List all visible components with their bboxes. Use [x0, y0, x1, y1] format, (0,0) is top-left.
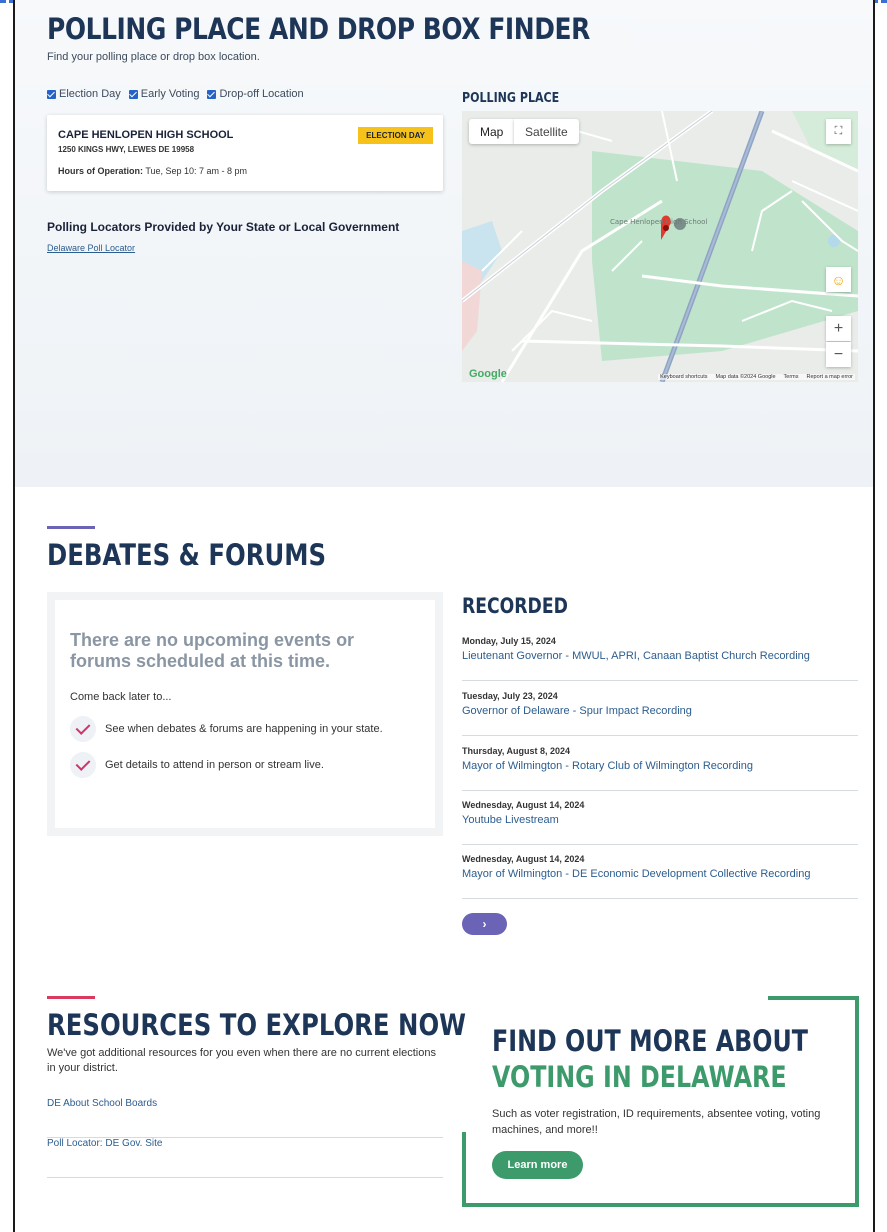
page-frame: POLLING PLACE AND DROP BOX FINDER Find y…: [13, 0, 875, 1232]
polling-section: POLLING PLACE AND DROP BOX FINDER Find y…: [15, 0, 873, 487]
polling-map[interactable]: Cape Henlopen High School Map Satellite …: [462, 111, 858, 382]
terms-link[interactable]: Terms: [784, 374, 799, 380]
map-label: POLLING PLACE: [462, 91, 560, 106]
recorded-link[interactable]: Governor of Delaware - Spur Impact Recor…: [462, 705, 692, 717]
card-border: [462, 1132, 466, 1207]
location-name: CAPE HENLOPEN HIGH SCHOOL: [58, 129, 234, 141]
election-day-badge: ELECTION DAY: [358, 127, 433, 144]
map-canvas[interactable]: Cape Henlopen High School: [462, 111, 858, 382]
upcoming-events-box: There are no upcoming events or forums s…: [47, 592, 443, 836]
keyboard-shortcuts-link[interactable]: Keyboard shortcuts: [660, 374, 707, 380]
location-address: 1250 KINGS HWY, LEWES DE 19958: [58, 145, 195, 154]
zoom-in-button[interactable]: +: [826, 316, 851, 341]
fullscreen-button[interactable]: ⛶: [826, 119, 851, 144]
checkbox-checked-icon[interactable]: [128, 89, 138, 99]
map-data-attribution: Map data ©2024 Google: [715, 374, 776, 380]
recorded-date: Thursday, August 8, 2024: [462, 746, 571, 756]
hours-value: Tue, Sep 10: 7 am - 8 pm: [143, 166, 248, 176]
recorded-item[interactable]: Wednesday, August 14, 2024 Mayor of Wilm…: [462, 844, 858, 899]
card-border: [768, 996, 859, 1000]
checkmark-icon: [70, 716, 96, 742]
checkmark-icon: [70, 752, 96, 778]
find-out-more-card: FIND OUT MORE ABOUT VOTING IN DELAWARE S…: [462, 996, 859, 1207]
recorded-date: Tuesday, July 23, 2024: [462, 691, 558, 701]
recorded-item[interactable]: Tuesday, July 23, 2024 Governor of Delaw…: [462, 681, 858, 736]
recorded-date: Wednesday, August 14, 2024: [462, 800, 585, 810]
recorded-item[interactable]: Monday, July 15, 2024 Lieutenant Governo…: [462, 626, 858, 681]
recorded-date: Monday, July 15, 2024: [462, 636, 556, 646]
map-footer: Keyboard shortcuts Map data ©2024 Google…: [658, 374, 855, 380]
filter-early-voting[interactable]: Early Voting: [128, 88, 200, 100]
resource-link[interactable]: Poll Locator: DE Gov. Site: [47, 1138, 443, 1178]
resources-title: RESOURCES TO EXPLORE NOW: [47, 1008, 467, 1042]
recorded-link[interactable]: Youtube Livestream: [462, 814, 559, 826]
filter-label: Early Voting: [140, 88, 200, 100]
learn-more-button[interactable]: Learn more: [492, 1151, 583, 1179]
recorded-link[interactable]: Mayor of Wilmington - DE Economic Develo…: [462, 868, 810, 880]
google-logo: Google: [469, 368, 507, 380]
check-item-text: Get details to attend in person or strea…: [105, 759, 324, 771]
checkbox-checked-icon[interactable]: [207, 89, 217, 99]
card-border: [855, 996, 859, 1207]
debates-accent-bar: [47, 526, 95, 529]
recorded-link[interactable]: Mayor of Wilmington - Rotary Club of Wil…: [462, 760, 753, 772]
delaware-poll-locator-link[interactable]: Delaware Poll Locator: [47, 243, 135, 253]
page-title: POLLING PLACE AND DROP BOX FINDER: [47, 12, 590, 46]
chevron-right-icon: ›: [482, 917, 487, 931]
recorded-title: RECORDED: [462, 594, 568, 618]
resources-accent-bar: [47, 996, 95, 999]
hours-label: Hours of Operation:: [58, 166, 143, 176]
check-item-text: See when debates & forums are happening …: [105, 723, 383, 735]
report-error-link[interactable]: Report a map error: [807, 374, 853, 380]
check-item: Get details to attend in person or strea…: [70, 752, 324, 778]
page-subtitle: Find your polling place or drop box loca…: [47, 51, 260, 63]
find-more-heading: FIND OUT MORE ABOUT: [492, 1024, 809, 1058]
upcoming-events-inner: There are no upcoming events or forums s…: [55, 600, 435, 828]
location-card[interactable]: CAPE HENLOPEN HIGH SCHOOL 1250 KINGS HWY…: [47, 115, 443, 191]
street-view-pegman-icon[interactable]: ☺: [826, 267, 851, 292]
map-view-tab[interactable]: Map: [469, 119, 515, 144]
debates-title: DEBATES & FORUMS: [47, 538, 327, 572]
recorded-date: Wednesday, August 14, 2024: [462, 854, 585, 864]
location-hours: Hours of Operation: Tue, Sep 10: 7 am - …: [58, 166, 247, 176]
recorded-item[interactable]: Wednesday, August 14, 2024 Youtube Lives…: [462, 790, 858, 845]
map-place-label: Cape Henlopen High School: [610, 218, 707, 226]
resource-link[interactable]: DE About School Boards: [47, 1098, 443, 1138]
resource-link-label: Poll Locator: DE Gov. Site: [47, 1138, 163, 1149]
find-more-description: Such as voter registration, ID requireme…: [492, 1108, 821, 1136]
recorded-item[interactable]: Thursday, August 8, 2024 Mayor of Wilmin…: [462, 736, 858, 791]
next-page-button[interactable]: ›: [462, 913, 507, 935]
gov-locators-heading: Polling Locators Provided by Your State …: [47, 220, 400, 234]
filter-election-day[interactable]: Election Day: [47, 88, 121, 100]
card-border: [462, 1203, 859, 1207]
filter-label: Drop-off Location: [219, 88, 304, 100]
filter-label: Election Day: [59, 88, 121, 100]
resources-description: We've got additional resources for you e…: [47, 1047, 436, 1074]
satellite-view-tab[interactable]: Satellite: [514, 119, 579, 144]
recorded-link[interactable]: Lieutenant Governor - MWUL, APRI, Canaan…: [462, 650, 810, 662]
filter-drop-off[interactable]: Drop-off Location: [207, 88, 304, 100]
zoom-out-button[interactable]: −: [826, 342, 851, 367]
checkbox-checked-icon[interactable]: [47, 89, 56, 99]
location-filters: Election Day Early Voting Drop-off Locat…: [47, 88, 304, 100]
resource-link-label: DE About School Boards: [47, 1098, 158, 1109]
no-events-message: There are no upcoming events or forums s…: [70, 630, 355, 671]
find-more-subheading: VOTING IN DELAWARE: [492, 1060, 787, 1094]
check-item: See when debates & forums are happening …: [70, 716, 383, 742]
come-back-text: Come back later to...: [70, 691, 172, 703]
